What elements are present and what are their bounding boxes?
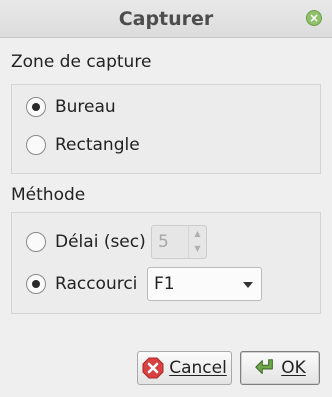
spin-up-icon: ▲ bbox=[194, 229, 201, 238]
radio-shortcut-label[interactable]: Raccourci bbox=[55, 274, 137, 294]
ok-button[interactable]: OK bbox=[240, 351, 320, 385]
cancel-button[interactable]: Cancel bbox=[137, 351, 232, 385]
radio-bureau[interactable] bbox=[26, 97, 46, 117]
delay-value: 5 bbox=[158, 232, 169, 252]
radio-rectangle[interactable] bbox=[26, 135, 46, 155]
shortcut-dropdown[interactable]: F1 bbox=[147, 267, 262, 301]
title-bar: Capturer × bbox=[0, 0, 332, 38]
radio-bureau-label[interactable]: Bureau bbox=[55, 97, 116, 117]
ok-label: OK bbox=[281, 358, 306, 378]
radio-delay[interactable] bbox=[26, 232, 46, 252]
zone-section-label: Zone de capture bbox=[11, 52, 152, 72]
spin-down-icon: ▼ bbox=[194, 244, 201, 253]
method-section-label: Méthode bbox=[11, 185, 86, 205]
radio-delay-label[interactable]: Délai (sec) bbox=[55, 232, 146, 252]
spin-arrows: ▲ ▼ bbox=[188, 226, 206, 258]
radio-shortcut[interactable] bbox=[26, 274, 46, 294]
chevron-down-icon bbox=[243, 282, 253, 288]
cancel-icon bbox=[142, 357, 164, 379]
close-button[interactable]: × bbox=[306, 10, 322, 26]
cancel-label: Cancel bbox=[169, 358, 227, 378]
shortcut-value: F1 bbox=[154, 274, 175, 294]
delay-spinbox: 5 ▲ ▼ bbox=[151, 225, 207, 259]
close-icon: × bbox=[308, 11, 320, 25]
ok-arrow-icon bbox=[254, 357, 276, 379]
window-title: Capturer bbox=[118, 8, 214, 30]
radio-rectangle-label[interactable]: Rectangle bbox=[55, 135, 140, 155]
